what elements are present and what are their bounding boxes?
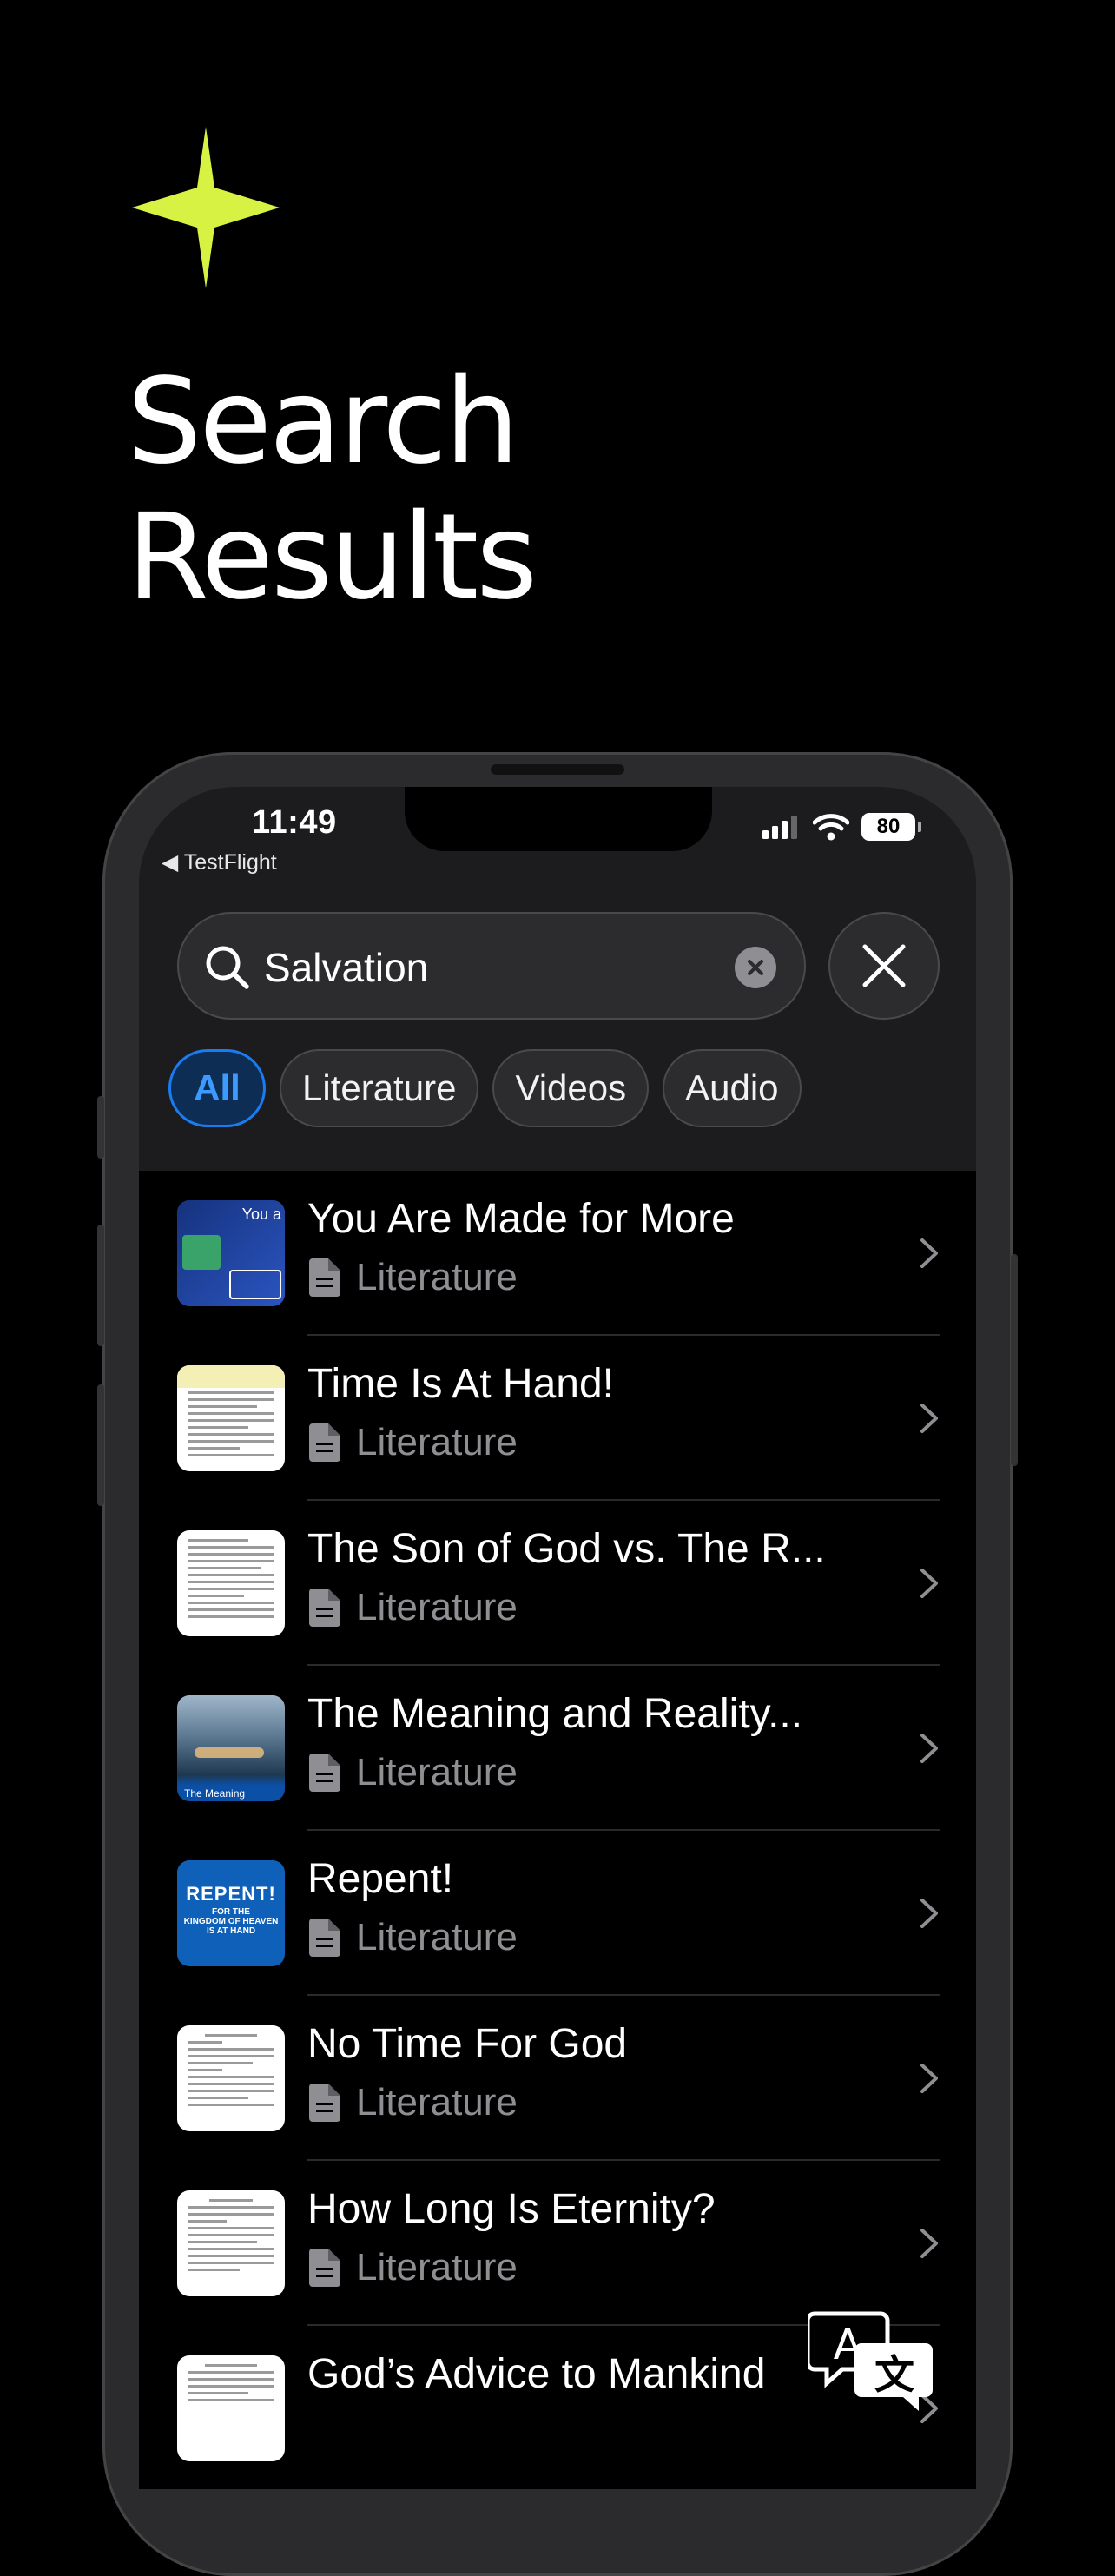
result-row[interactable]: The Meaning The Meaning and Reality... L… (139, 1666, 976, 1831)
result-thumbnail (177, 2190, 285, 2296)
result-thumbnail: REPENT! FOR THE KINGDOM OF HEAVEN IS AT … (177, 1860, 285, 1966)
result-meta: Literature (309, 2081, 518, 2124)
result-thumbnail: The Meaning (177, 1695, 285, 1801)
chevron-right-icon (920, 1899, 938, 1928)
filter-chip-all[interactable]: All (168, 1049, 266, 1127)
result-thumbnail (177, 1530, 285, 1636)
results-list: You a You Are Made for More Literature T… (139, 1171, 976, 2489)
document-icon (309, 1919, 340, 1957)
result-meta: Literature (309, 1751, 518, 1794)
document-icon (309, 1423, 340, 1462)
search-row (177, 912, 941, 1023)
svg-text:文: 文 (874, 2351, 914, 2398)
result-title: God’s Advice to Mankind (307, 2351, 766, 2397)
clear-search-button[interactable] (735, 947, 776, 988)
result-meta: Literature (309, 1916, 518, 1959)
result-meta: Literature (309, 2246, 518, 2289)
result-title: You Are Made for More (307, 1196, 735, 1242)
document-icon (309, 1589, 340, 1627)
chevron-right-icon (920, 1734, 938, 1763)
result-thumbnail (177, 2355, 285, 2461)
document-icon (309, 2084, 340, 2122)
result-type: Literature (356, 1421, 518, 1463)
translate-icon[interactable]: A 文 (808, 2308, 938, 2413)
filter-chip-videos[interactable]: Videos (492, 1049, 650, 1127)
battery-indicator: 80 (861, 813, 921, 841)
star-logo-icon (132, 127, 280, 288)
result-title: The Son of God vs. The R... (307, 1526, 826, 1572)
result-row[interactable]: REPENT! FOR THE KINGDOM OF HEAVEN IS AT … (139, 1831, 976, 1996)
result-thumbnail: You a (177, 1200, 285, 1306)
close-icon (862, 944, 906, 987)
chevron-right-icon (920, 1238, 938, 1268)
chevron-right-icon (920, 2229, 938, 2258)
status-icons: 80 (762, 813, 921, 841)
phone-volume-up (97, 1225, 104, 1346)
search-box[interactable] (177, 912, 806, 1020)
status-time: 11:49 (252, 804, 337, 841)
result-meta: Literature (309, 1586, 518, 1629)
result-meta: Literature (309, 1256, 518, 1299)
phone-speaker (491, 764, 624, 775)
notch (405, 787, 712, 851)
result-title: How Long Is Eternity? (307, 2186, 716, 2232)
result-type: Literature (356, 1751, 518, 1793)
result-row[interactable]: You a You Are Made for More Literature (139, 1171, 976, 1336)
chevron-right-icon (920, 1569, 938, 1598)
result-row[interactable]: How Long Is Eternity? Literature (139, 2161, 976, 2326)
thumb-text: REPENT! (186, 1883, 276, 1905)
search-input[interactable] (264, 933, 716, 1002)
document-icon (309, 1754, 340, 1792)
phone-power-button (1011, 1254, 1018, 1466)
result-type: Literature (356, 2081, 518, 2124)
result-thumbnail (177, 1365, 285, 1471)
result-meta: Literature (309, 1421, 518, 1464)
result-title: The Meaning and Reality... (307, 1691, 803, 1737)
thumb-text: IS AT HAND (206, 1926, 256, 1936)
result-row[interactable]: No Time For God Literature (139, 1996, 976, 2161)
filter-chip-literature[interactable]: Literature (280, 1049, 479, 1127)
phone-side-button (97, 1096, 104, 1159)
document-icon (309, 1258, 340, 1297)
thumb-text: KINGDOM OF HEAVEN (183, 1917, 279, 1926)
headline-line-2: Results (127, 489, 538, 626)
phone-volume-down (97, 1384, 104, 1506)
result-title: Time Is At Hand! (307, 1361, 615, 1407)
close-search-button[interactable] (828, 912, 940, 1020)
clear-x-icon (748, 960, 763, 975)
filter-chips: All Literature Videos Audio (168, 1049, 802, 1127)
chevron-right-icon (920, 2064, 938, 2093)
phone-screen: 11:49 ◀ TestFlight 80 Salvation All Lite… (139, 787, 976, 2489)
back-to-testflight-link[interactable]: ◀ TestFlight (162, 849, 277, 875)
result-thumbnail (177, 2025, 285, 2131)
filter-chip-audio[interactable]: Audio (663, 1049, 802, 1127)
search-icon (206, 946, 249, 989)
result-type: Literature (356, 1256, 518, 1298)
cellular-signal-icon (762, 816, 797, 839)
thumb-text: You a (241, 1205, 281, 1223)
thumb-text: FOR THE (212, 1907, 250, 1917)
document-icon (309, 2249, 340, 2287)
result-type: Literature (356, 2246, 518, 2289)
headline-line-1: Search (127, 353, 519, 491)
result-type: Literature (356, 1586, 518, 1628)
result-row[interactable]: Time Is At Hand! Literature (139, 1336, 976, 1501)
chevron-right-icon (920, 1404, 938, 1433)
result-row[interactable]: The Son of God vs. The R... Literature (139, 1501, 976, 1666)
result-title: Repent! (307, 1856, 454, 1902)
result-type: Literature (356, 1916, 518, 1958)
page-headline: Search Results (127, 353, 538, 626)
result-title: No Time For God (307, 2021, 628, 2067)
thumb-text: The Meaning (184, 1787, 246, 1800)
wifi-icon (813, 814, 849, 841)
